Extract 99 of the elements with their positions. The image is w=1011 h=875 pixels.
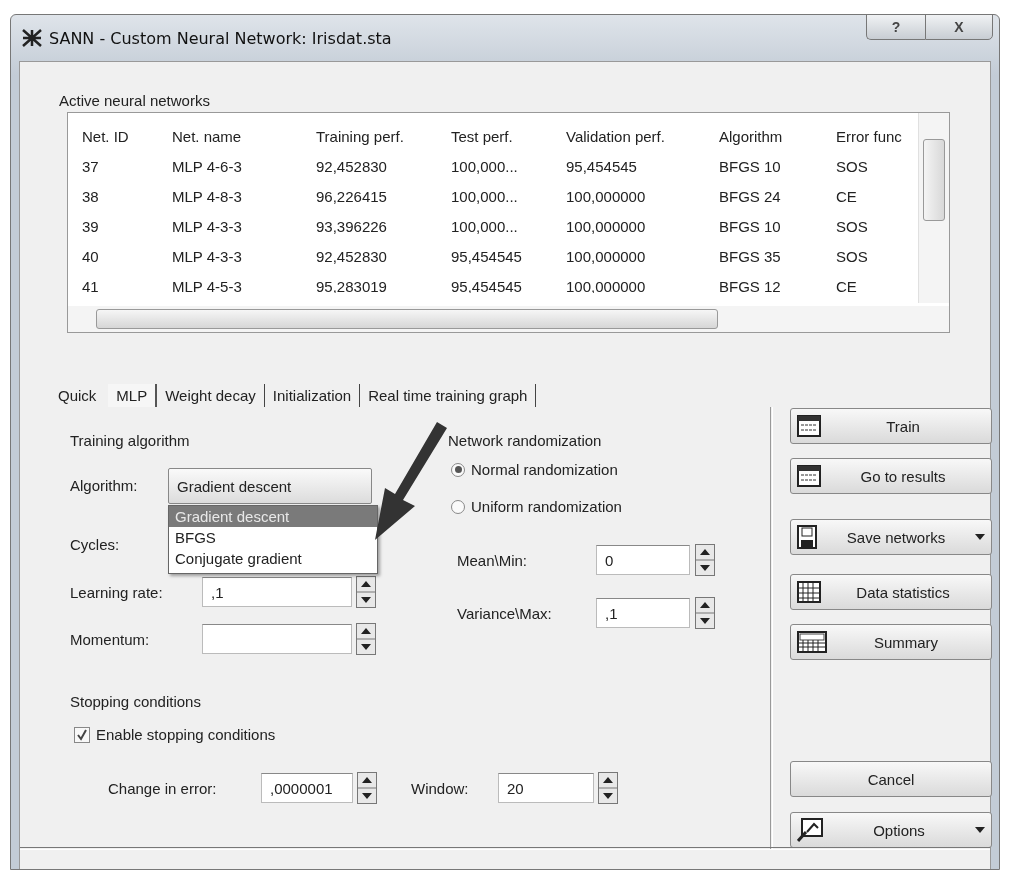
table-cell-text: BFGS 10 bbox=[719, 217, 782, 235]
table-cell-text: SOS bbox=[836, 157, 869, 175]
tab[interactable]: Initialization bbox=[264, 383, 361, 407]
field-label: Algorithm: bbox=[70, 477, 138, 494]
table-cell-text: 96,226415 bbox=[316, 187, 388, 205]
dropdown-option[interactable]: BFGS bbox=[169, 527, 377, 548]
input-field[interactable]: ,1 bbox=[596, 598, 690, 628]
table-cell-text: 100,000000 bbox=[566, 217, 647, 235]
column-header[interactable]: Algorithm bbox=[719, 127, 836, 145]
table-cell-text: 38 bbox=[82, 187, 100, 205]
table-cell-text: 100,000... bbox=[451, 187, 519, 205]
options-icon bbox=[797, 818, 823, 842]
table-cell-text: CE bbox=[836, 187, 858, 205]
table-cell-text: 40 bbox=[82, 247, 100, 265]
field-label: Variance\Max: bbox=[457, 605, 552, 622]
radio-label: Uniform randomization bbox=[471, 498, 622, 515]
spin-button[interactable] bbox=[695, 597, 715, 629]
tab[interactable]: Real time training graph bbox=[360, 383, 537, 407]
table-cell-text: 39 bbox=[82, 217, 100, 235]
spin-button[interactable] bbox=[695, 544, 715, 576]
spreadsheet-icon bbox=[797, 465, 821, 487]
spin-button[interactable] bbox=[356, 623, 376, 655]
table-cell-text: 100,000000 bbox=[566, 247, 647, 265]
close-button[interactable]: X bbox=[925, 14, 993, 40]
grid-icon bbox=[797, 581, 821, 603]
input-field[interactable]: 20 bbox=[498, 773, 594, 803]
action-button[interactable]: Summary bbox=[790, 624, 992, 660]
table-cell-text: MLP 4-3-3 bbox=[172, 247, 243, 265]
dropdown-option[interactable]: Gradient descent bbox=[169, 506, 377, 527]
action-button[interactable]: Data statistics bbox=[790, 574, 992, 610]
table-cell-text: 100,000000 bbox=[566, 187, 647, 205]
field-label: Mean\Min: bbox=[457, 552, 528, 569]
table-cell-text: 100,000000 bbox=[566, 277, 647, 293]
section-heading: Stopping conditions bbox=[70, 693, 201, 710]
vertical-scrollbar[interactable] bbox=[918, 113, 949, 303]
spin-button[interactable] bbox=[356, 576, 376, 608]
spin-button[interactable] bbox=[598, 772, 618, 804]
network-icon bbox=[21, 28, 43, 48]
table-cell-text: 95,454545 bbox=[566, 157, 638, 175]
tab[interactable]: Quick bbox=[50, 383, 105, 407]
summary-table-icon bbox=[797, 631, 827, 653]
window-title: SANN - Custom Neural Network: Irisdat.sta bbox=[49, 28, 392, 48]
table-cell-text: MLP 4-8-3 bbox=[172, 187, 243, 205]
field-label: Learning rate: bbox=[70, 584, 163, 601]
field-label: Window: bbox=[411, 780, 469, 797]
table-cell-text: MLP 4-5-3 bbox=[172, 277, 243, 293]
algorithm-dropdown[interactable]: Gradient descent bbox=[168, 468, 372, 504]
column-header[interactable]: Test perf. bbox=[451, 127, 566, 145]
input-field[interactable]: 0 bbox=[596, 545, 690, 575]
table-cell-text: BFGS 35 bbox=[719, 247, 782, 265]
table-cell-text: 92,452830 bbox=[316, 157, 388, 175]
input-field[interactable]: ,0000001 bbox=[261, 773, 353, 803]
spin-button[interactable] bbox=[357, 772, 377, 804]
field-label: Momentum: bbox=[70, 631, 150, 648]
input-field[interactable]: ,1 bbox=[202, 577, 352, 607]
field-label: Cycles: bbox=[70, 536, 120, 553]
action-button[interactable]: Save networks bbox=[790, 519, 992, 555]
table-cell-text: 95,283019 bbox=[316, 277, 388, 293]
table-cell-text: 100,000... bbox=[451, 157, 519, 175]
checkbox-label: Enable stopping conditions bbox=[96, 726, 276, 743]
horizontal-scrollbar[interactable] bbox=[68, 306, 949, 332]
table-cell-text: MLP 4-6-3 bbox=[172, 157, 243, 175]
table-cell-text: 92,452830 bbox=[316, 247, 388, 265]
action-button[interactable]: Options bbox=[790, 812, 992, 848]
table-cell-text: 95,454545 bbox=[451, 277, 523, 293]
table-cell-text: BFGS 12 bbox=[719, 277, 782, 293]
help-button[interactable]: ? bbox=[866, 14, 925, 40]
table-cell-text: 95,454545 bbox=[451, 247, 523, 265]
group-label: Active neural networks bbox=[59, 92, 210, 109]
field-label: Change in error: bbox=[108, 780, 217, 797]
checkbox[interactable] bbox=[74, 726, 90, 743]
section-heading: Network randomization bbox=[448, 432, 602, 449]
spreadsheet-icon bbox=[797, 415, 821, 437]
column-header[interactable]: Net. ID bbox=[82, 127, 172, 145]
table-cell-text: 100,000... bbox=[451, 217, 519, 235]
table-cell-text: BFGS 10 bbox=[719, 157, 782, 175]
column-header[interactable]: Error func bbox=[836, 127, 916, 145]
table-cell-text: SOS bbox=[836, 217, 869, 235]
radio-button[interactable] bbox=[451, 499, 465, 514]
dropdown-option[interactable]: Conjugate gradient bbox=[169, 548, 377, 569]
table-cell-text: 41 bbox=[82, 277, 100, 293]
action-button[interactable]: Train bbox=[790, 408, 992, 444]
table-cell-text: 37 bbox=[82, 157, 100, 175]
tab[interactable]: MLP bbox=[108, 383, 158, 407]
table-cell-text: 93,396226 bbox=[316, 217, 388, 235]
table-cell-text: SOS bbox=[836, 247, 869, 265]
tab[interactable]: Weight decay bbox=[157, 383, 265, 407]
input-field[interactable] bbox=[202, 624, 352, 654]
table-cell-text: BFGS 24 bbox=[719, 187, 782, 205]
cancel-button[interactable]: Cancel bbox=[790, 761, 992, 797]
table-cell-text: CE bbox=[836, 277, 858, 293]
column-header[interactable]: Validation perf. bbox=[566, 127, 719, 145]
column-header[interactable]: Net. name bbox=[172, 127, 316, 145]
column-header[interactable]: Training perf. bbox=[316, 127, 451, 145]
radio-button[interactable] bbox=[451, 462, 465, 477]
table-cell-text: MLP 4-3-3 bbox=[172, 217, 243, 235]
radio-label: Normal randomization bbox=[471, 461, 618, 478]
action-button[interactable]: Go to results bbox=[790, 458, 992, 494]
section-heading: Training algorithm bbox=[70, 432, 190, 449]
